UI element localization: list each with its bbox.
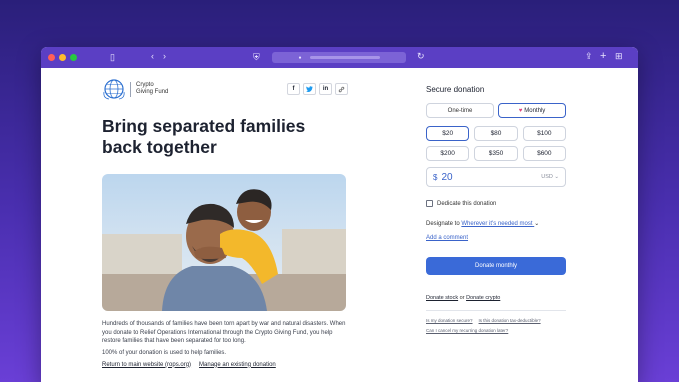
amount-options: $20 $80 $100 $200 $350 $600 [426, 126, 566, 161]
currency-symbol: $ [433, 172, 438, 182]
designate-row: Designate to Wherever it's needed most ⌄ [426, 220, 566, 227]
or-text: or [459, 295, 465, 301]
donation-form: Secure donation One-time ♥ Monthly $20 $… [426, 85, 566, 336]
faq-link[interactable]: Is my donation secure? [426, 318, 473, 323]
new-tab-icon[interactable]: + [600, 51, 606, 62]
facebook-share-button[interactable]: f [287, 83, 300, 95]
linkedin-share-button[interactable]: in [319, 83, 332, 95]
footer-links: Return to main website (rops.org) Manage… [102, 362, 348, 368]
copy-link-button[interactable] [335, 83, 348, 95]
frequency-toggle: One-time ♥ Monthly [426, 103, 566, 118]
globe-icon [103, 79, 125, 100]
amount-input[interactable]: $ 20 USD ⌄ [426, 167, 566, 187]
page-content: Crypto Giving Fund f in Bring separated … [41, 68, 638, 382]
faq-link[interactable]: Is this donation tax-deductible? [479, 318, 541, 323]
share-icon[interactable]: ⇪ [585, 52, 593, 61]
window-controls [48, 54, 77, 61]
amount-option[interactable]: $600 [522, 146, 566, 161]
faq-links: Is my donation secure? Is this donation t… [426, 316, 566, 336]
dedicate-row[interactable]: Dedicate this donation [426, 200, 566, 207]
close-window-button[interactable] [48, 54, 55, 61]
heart-icon: ♥ [518, 107, 523, 114]
dedicate-checkbox[interactable] [426, 200, 433, 207]
currency-code: USD [541, 174, 553, 180]
org-name-line1: Crypto [136, 82, 154, 88]
lock-icon: ● [298, 54, 302, 61]
address-bar[interactable]: ● [272, 52, 406, 63]
chevron-down-icon: ⌄ [554, 174, 559, 180]
amount-option[interactable]: $200 [426, 146, 470, 161]
twitter-icon [306, 86, 313, 92]
zoom-window-button[interactable] [70, 54, 77, 61]
one-time-button[interactable]: One-time [426, 103, 494, 118]
logo-divider [130, 81, 131, 97]
org-logo[interactable]: Crypto Giving Fund f in [102, 78, 348, 100]
main-website-link[interactable]: Return to main website (rops.org) [102, 362, 191, 368]
org-name: Crypto Giving Fund [136, 82, 176, 96]
tab-overview-icon[interactable]: ⊞ [615, 52, 623, 61]
monthly-button[interactable]: ♥ Monthly [498, 103, 566, 118]
donation-title: Secure donation [426, 85, 485, 94]
share-buttons: f in [287, 83, 348, 95]
shield-icon[interactable]: ⛨ [253, 53, 260, 62]
manage-donation-link[interactable]: Manage an existing donation [199, 362, 276, 368]
forward-icon[interactable]: › [163, 52, 166, 61]
amount-value: 20 [441, 171, 453, 183]
minimize-window-button[interactable] [59, 54, 66, 61]
amount-option[interactable]: $20 [426, 126, 470, 141]
add-comment-link[interactable]: Add a comment [426, 235, 566, 241]
browser-toolbar: ▯ ‹ › ⛨ ● ↻ ⇪ + ⊞ [41, 47, 638, 68]
designate-dropdown[interactable]: Wherever it's needed most [461, 221, 534, 227]
hero-image [102, 174, 346, 311]
amount-option[interactable]: $100 [522, 126, 566, 141]
amount-option[interactable]: $80 [474, 126, 518, 141]
currency-select[interactable]: USD ⌄ [541, 174, 559, 180]
campaign-description: Hundreds of thousands of families have b… [102, 321, 346, 344]
link-icon [338, 86, 345, 92]
hero-photo [102, 174, 346, 311]
faq-link[interactable]: Can I cancel my recurring donation later… [426, 328, 508, 333]
campaign-column: Crypto Giving Fund f in Bring separated … [102, 78, 348, 368]
amount-option[interactable]: $350 [474, 146, 518, 161]
designate-value: Wherever it's needed most [461, 221, 533, 227]
page-title: Bring separated families back together [102, 116, 306, 157]
browser-window: ▯ ‹ › ⛨ ● ↻ ⇪ + ⊞ Crypto Giving Fund f i… [41, 47, 638, 382]
donate-button[interactable]: Donate monthly [426, 257, 566, 275]
one-time-label: One-time [447, 107, 473, 114]
dedicate-label: Dedicate this donation [437, 200, 497, 207]
url-placeholder [309, 56, 380, 59]
reload-icon[interactable]: ↻ [417, 52, 425, 61]
donate-crypto-link[interactable]: Donate crypto [466, 295, 500, 301]
alternative-payment: Donate stock or Donate crypto [426, 295, 566, 301]
monthly-label: Monthly [524, 107, 546, 114]
donation-usage-note: 100% of your donation is used to help fa… [102, 349, 227, 356]
designate-label: Designate to [426, 221, 460, 227]
twitter-share-button[interactable] [303, 83, 316, 95]
chevron-down-icon: ⌄ [534, 221, 540, 227]
sidebar-icon[interactable]: ▯ [110, 53, 115, 62]
org-name-line2: Giving Fund [136, 89, 169, 95]
divider [426, 310, 566, 311]
donate-stock-link[interactable]: Donate stock [426, 295, 458, 301]
back-icon[interactable]: ‹ [151, 52, 154, 61]
